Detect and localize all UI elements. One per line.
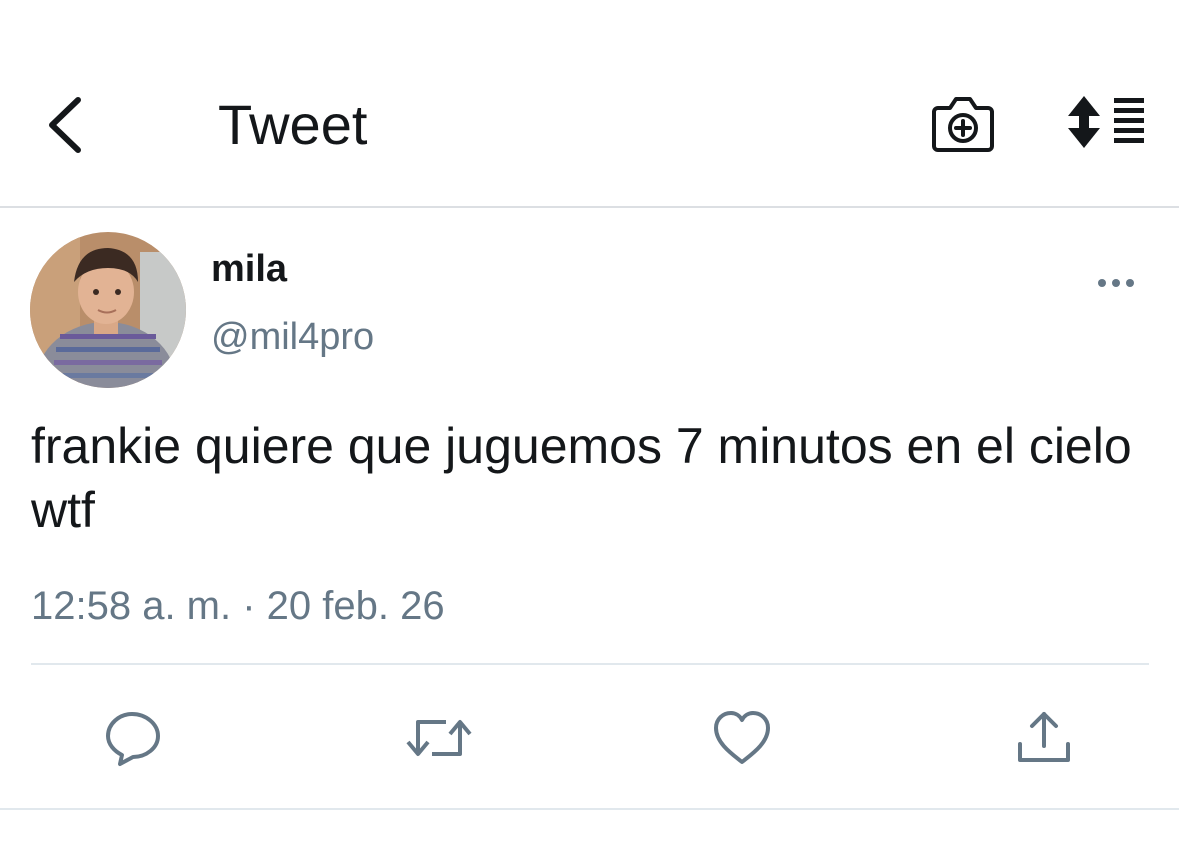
- page-title: Tweet: [218, 93, 368, 156]
- display-name[interactable]: mila: [211, 246, 287, 292]
- divider: [31, 663, 1149, 665]
- profile-photo: [30, 232, 186, 388]
- share-icon: [1018, 712, 1070, 762]
- like-icon: [714, 711, 770, 764]
- top-nav-bar: Tweet: [0, 0, 1179, 208]
- bottom-divider: [0, 808, 1179, 810]
- sort-list-icon: [1068, 96, 1144, 148]
- like-button[interactable]: [710, 706, 774, 770]
- share-button[interactable]: [1012, 706, 1076, 770]
- chevron-left-icon: [49, 97, 81, 153]
- reply-icon: [106, 712, 160, 766]
- tweet-timestamp: 12:58 a. m. · 20 feb. 26: [31, 584, 445, 628]
- back-button[interactable]: [40, 90, 100, 160]
- avatar[interactable]: [30, 232, 186, 388]
- reply-button[interactable]: [102, 706, 166, 770]
- user-handle[interactable]: @mil4pro: [211, 314, 374, 360]
- sort-button[interactable]: [1066, 92, 1148, 156]
- more-options-button[interactable]: [1094, 270, 1138, 296]
- retweet-button[interactable]: [404, 706, 474, 770]
- tweet-text: frankie quiere que juguemos 7 minutos en…: [31, 418, 1132, 538]
- camera-plus-icon: [932, 97, 994, 152]
- camera-button[interactable]: [928, 92, 998, 156]
- retweet-icon: [406, 720, 472, 756]
- more-dots-icon: [1098, 279, 1134, 287]
